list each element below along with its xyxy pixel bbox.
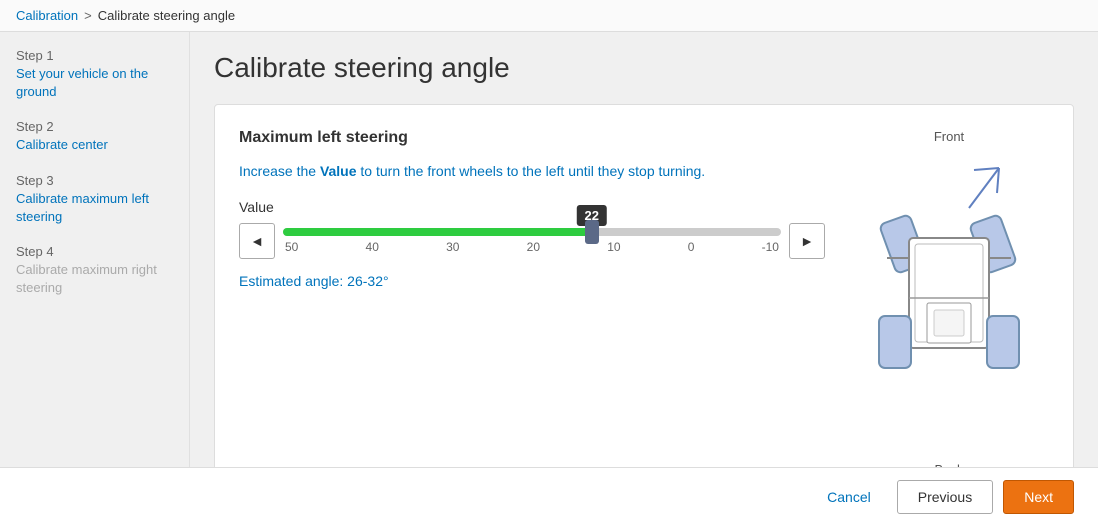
sidebar: Step 1 Set your vehicle on the ground St… xyxy=(0,32,190,467)
sidebar-step-4-label: Calibrate maximum right steering xyxy=(16,261,173,297)
sidebar-step-3: Step 3 Calibrate maximum left steering xyxy=(16,173,173,226)
sidebar-step-1-number: Step 1 xyxy=(16,48,173,63)
next-button[interactable]: Next xyxy=(1003,480,1074,514)
previous-button[interactable]: Previous xyxy=(897,480,993,514)
slider-increase-button[interactable]: ► xyxy=(789,223,825,259)
tick-10: 10 xyxy=(607,240,620,254)
breadcrumb-current: Calibrate steering angle xyxy=(98,8,235,23)
tick-30: 30 xyxy=(446,240,459,254)
estimated-angle: Estimated angle: 26-32° xyxy=(239,273,825,289)
tick-50: 50 xyxy=(285,240,298,254)
left-arrow-icon: ◄ xyxy=(250,233,264,249)
sidebar-step-4-number: Step 4 xyxy=(16,244,173,259)
sidebar-step-2-number: Step 2 xyxy=(16,119,173,134)
slider-thumb[interactable] xyxy=(585,220,599,244)
slider-decrease-button[interactable]: ◄ xyxy=(239,223,275,259)
sidebar-step-1: Step 1 Set your vehicle on the ground xyxy=(16,48,173,101)
car-illustration xyxy=(859,148,1039,458)
slider-fill xyxy=(283,228,592,236)
sidebar-step-4: Step 4 Calibrate maximum right steering xyxy=(16,244,173,297)
page-title: Calibrate steering angle xyxy=(214,52,1074,84)
cancel-button[interactable]: Cancel xyxy=(811,481,887,513)
right-arrow-icon: ► xyxy=(800,233,814,249)
slider-ticks: 50 40 30 20 10 0 -10 xyxy=(283,240,781,254)
breadcrumb-bar: Calibration > Calibrate steering angle xyxy=(0,0,1098,32)
card-left: Maximum left steering Increase the Value… xyxy=(239,129,825,467)
tick-0: 0 xyxy=(688,240,695,254)
sidebar-step-1-label: Set your vehicle on the ground xyxy=(16,65,173,101)
content-area: Calibrate steering angle Maximum left st… xyxy=(190,32,1098,467)
car-svg-wrapper: Front xyxy=(859,129,1039,467)
slider-track-wrapper: 22 50 40 30 20 10 0 -10 xyxy=(283,228,781,254)
section-title: Maximum left steering xyxy=(239,129,825,147)
tick-neg10: -10 xyxy=(762,240,779,254)
instruction-text: Increase the Value to turn the front whe… xyxy=(239,163,825,179)
main-card: Maximum left steering Increase the Value… xyxy=(214,104,1074,467)
slider-container: ◄ 22 50 40 30 20 10 xyxy=(239,223,825,259)
sidebar-step-3-label: Calibrate maximum left steering xyxy=(16,190,173,226)
tick-20: 20 xyxy=(527,240,540,254)
car-diagram: Front xyxy=(849,129,1049,467)
sidebar-step-2: Step 2 Calibrate center xyxy=(16,119,173,154)
breadcrumb-parent[interactable]: Calibration xyxy=(16,8,78,23)
footer: Cancel Previous Next xyxy=(0,467,1098,526)
sidebar-step-3-number: Step 3 xyxy=(16,173,173,188)
slider-track[interactable] xyxy=(283,228,781,236)
sidebar-step-2-label: Calibrate center xyxy=(16,136,173,154)
car-front-label: Front xyxy=(934,129,964,144)
value-label: Value xyxy=(239,199,825,215)
breadcrumb-separator: > xyxy=(84,8,92,23)
tick-40: 40 xyxy=(366,240,379,254)
main-layout: Step 1 Set your vehicle on the ground St… xyxy=(0,32,1098,467)
